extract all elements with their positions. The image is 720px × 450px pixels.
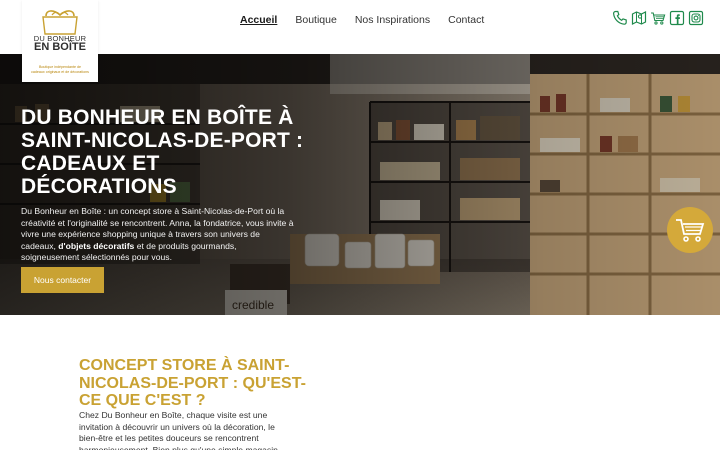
logo-tagline-2: cadeaux originaux et de décorations (31, 70, 89, 74)
nav-item-contact[interactable]: Contact (448, 13, 484, 29)
site-header: Accueil Boutique Nos Inspirations Contac… (0, 0, 720, 54)
cart-icon (676, 219, 705, 242)
map-icon[interactable] (631, 10, 647, 26)
concept-section-text: Chez Du Bonheur en Boîte, chaque visite … (79, 410, 278, 450)
instagram-icon[interactable] (688, 10, 704, 26)
hero-title: DU BONHEUR EN BOÎTE À SAINT-NICOLAS-DE-P… (21, 106, 304, 198)
hero-text-bold: d'objets décoratifs (58, 240, 135, 251)
floating-cart-button[interactable] (667, 207, 713, 253)
logo-line-2: EN BOÎTE (34, 41, 86, 53)
contact-button[interactable]: Nous contacter (21, 267, 104, 293)
nav-item-boutique[interactable]: Boutique (295, 13, 336, 29)
site-logo[interactable]: DU BONHEUR EN BOÎTE Boutique indépendant… (22, 0, 98, 82)
nav-item-nos-inspirations[interactable]: Nos Inspirations (355, 13, 430, 29)
concept-section-title: CONCEPT STORE À SAINT-NICOLAS-DE-PORT : … (79, 357, 306, 409)
main-nav: Accueil Boutique Nos Inspirations Contac… (240, 13, 502, 29)
cart-icon[interactable] (650, 10, 666, 26)
phone-icon[interactable] (612, 10, 628, 26)
hero-description: Du Bonheur en Boîte : un concept store à… (21, 206, 297, 264)
header-icons (612, 10, 704, 28)
logo-tagline-1: Boutique indépendante de (39, 65, 81, 69)
facebook-icon[interactable] (669, 10, 685, 26)
hero-banner: credible DU BONHEUR EN BOÎTE À SAINT-NIC… (0, 54, 720, 315)
nav-item-accueil[interactable]: Accueil (240, 13, 277, 29)
